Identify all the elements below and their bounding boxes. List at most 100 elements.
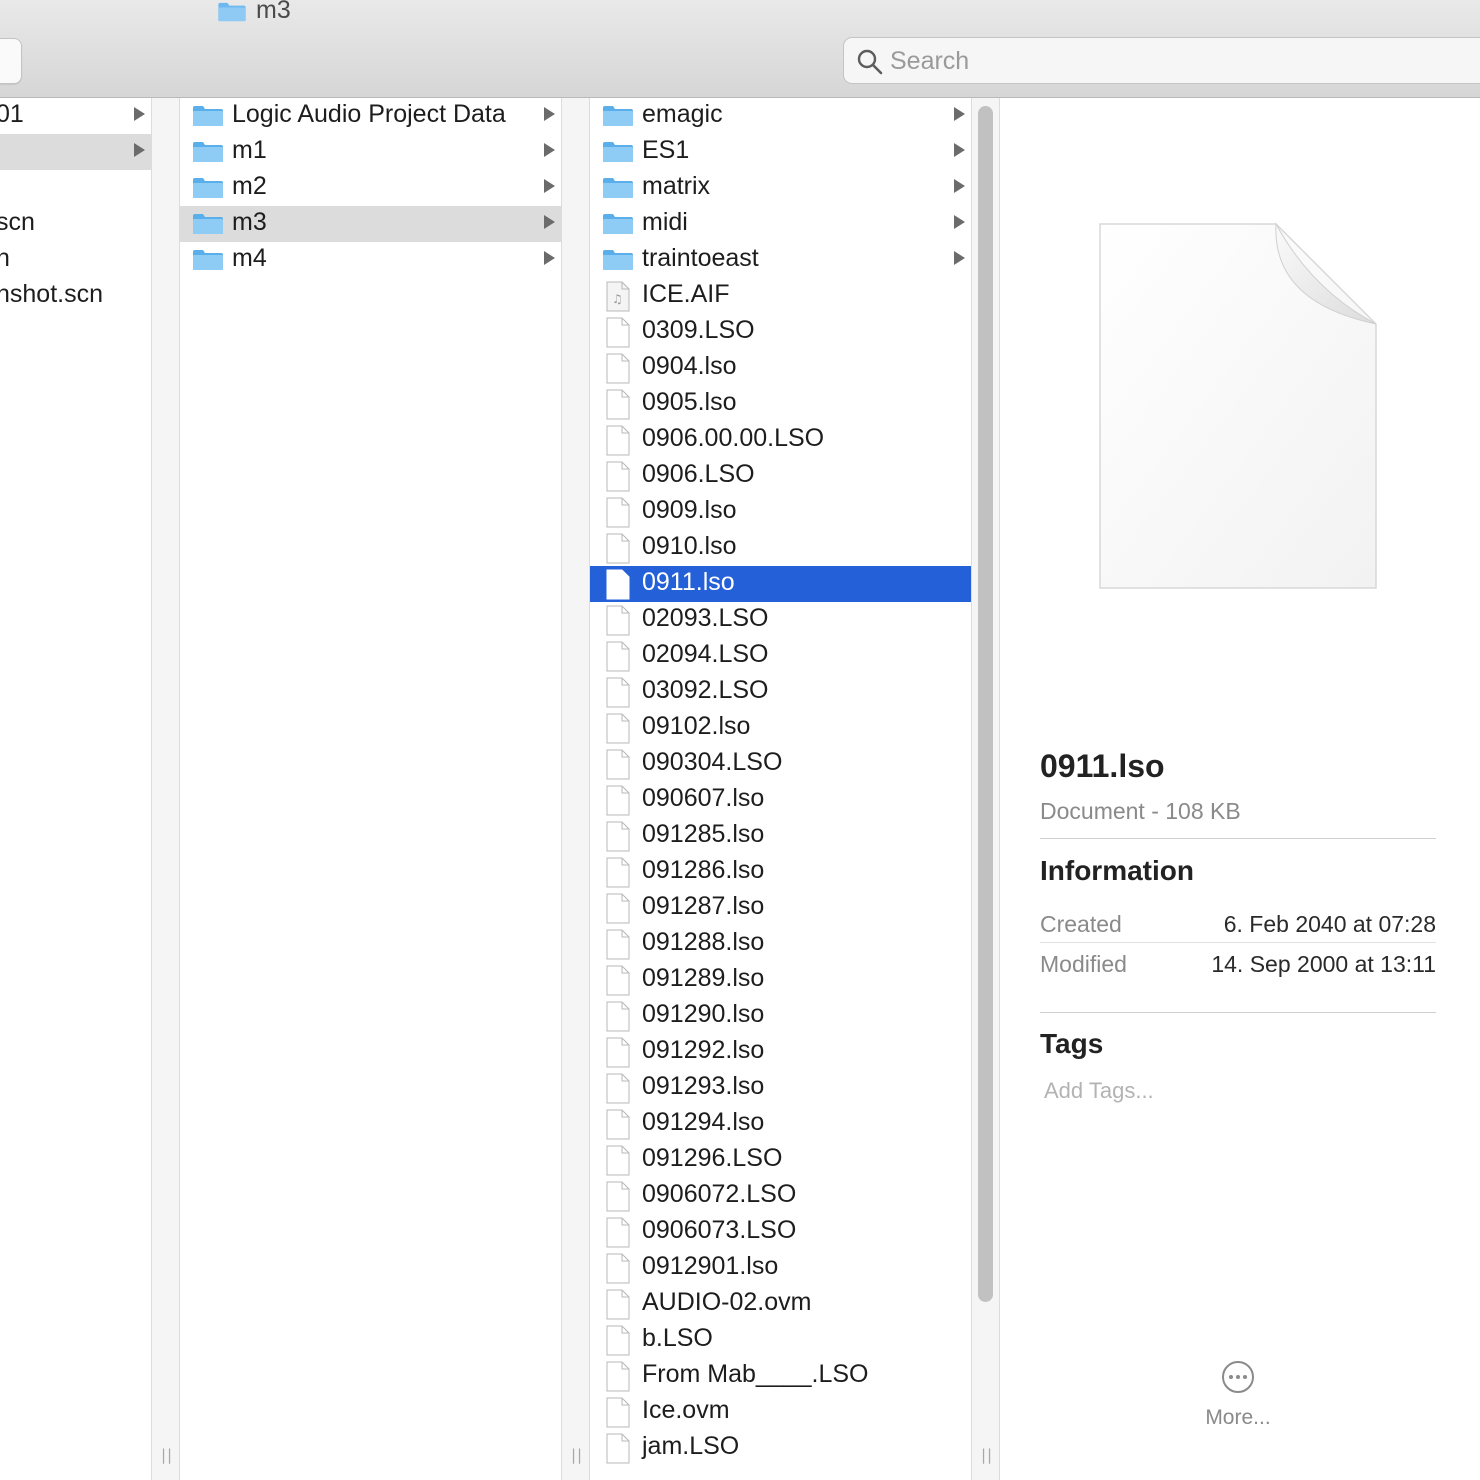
divider <box>1040 942 1436 943</box>
disclosure-arrow-icon <box>544 215 555 229</box>
file-row[interactable]: jam.LSO <box>590 1430 971 1466</box>
list-item[interactable]: 01 <box>0 98 151 134</box>
folder-row[interactable]: ES1 <box>590 134 971 170</box>
folder-row[interactable]: m2 <box>180 170 561 206</box>
list-item[interactable] <box>0 170 151 206</box>
file-row[interactable]: 090607.lso <box>590 782 971 818</box>
search-input[interactable] <box>890 44 1450 78</box>
file-row[interactable]: 091287.lso <box>590 890 971 926</box>
column-resize-handle[interactable]: || <box>151 98 180 1480</box>
file-row[interactable]: 0904.lso <box>590 350 971 386</box>
document-icon <box>606 425 630 456</box>
file-row[interactable]: 091290.lso <box>590 998 971 1034</box>
tags-heading: Tags <box>1040 1028 1104 1059</box>
document-icon <box>606 1109 630 1140</box>
folder-row[interactable]: m3 <box>180 206 561 242</box>
list-item-label: 090304.LSO <box>642 748 783 776</box>
folder-row[interactable]: midi <box>590 206 971 242</box>
list-item-label: 0904.lso <box>642 352 737 380</box>
document-icon <box>606 641 630 672</box>
file-row[interactable]: 0906072.LSO <box>590 1178 971 1214</box>
document-preview-icon <box>1099 222 1377 589</box>
scrollbar-thumb[interactable] <box>978 106 993 1302</box>
list-item-label: 091292.lso <box>642 1036 765 1064</box>
folder-row[interactable]: matrix <box>590 170 971 206</box>
column-parent[interactable]: 01 scn n nshot.scn <box>0 98 151 1480</box>
list-item-label: From Mab____.LSO <box>642 1360 869 1388</box>
file-row[interactable]: Ice.ovm <box>590 1394 971 1430</box>
folder-icon <box>218 2 246 22</box>
document-icon <box>606 569 630 600</box>
file-row[interactable]: 091294.lso <box>590 1106 971 1142</box>
file-row[interactable]: 0909.lso <box>590 494 971 530</box>
file-row[interactable]: From Mab____.LSO <box>590 1358 971 1394</box>
document-icon <box>606 1001 630 1032</box>
file-row[interactable]: ♫ ICE.AIF <box>590 278 971 314</box>
file-row[interactable]: b.LSO <box>590 1322 971 1358</box>
file-row[interactable]: 0906.LSO <box>590 458 971 494</box>
list-item-label: ICE.AIF <box>642 280 730 308</box>
file-row[interactable]: 091288.lso <box>590 926 971 962</box>
audio-file-icon: ♫ <box>606 281 630 312</box>
file-row[interactable]: 0912901.lso <box>590 1250 971 1286</box>
file-row[interactable]: 091286.lso <box>590 854 971 890</box>
file-row[interactable]: 0906073.LSO <box>590 1214 971 1250</box>
list-item-label: 0906072.LSO <box>642 1180 797 1208</box>
column-resize-handle[interactable]: || <box>561 98 590 1480</box>
disclosure-arrow-icon <box>544 179 555 193</box>
preview-file-name: 0911.lso <box>1040 748 1165 784</box>
file-row[interactable]: 091285.lso <box>590 818 971 854</box>
folder-row[interactable]: Logic Audio Project Data <box>180 98 561 134</box>
folder-icon <box>193 142 223 162</box>
folder-row[interactable]: traintoeast <box>590 242 971 278</box>
file-row[interactable]: 0905.lso <box>590 386 971 422</box>
file-row[interactable]: 091289.lso <box>590 962 971 998</box>
file-row[interactable]: 03092.LSO <box>590 674 971 710</box>
list-item-label: Ice.ovm <box>642 1396 730 1424</box>
disclosure-arrow-icon <box>544 143 555 157</box>
folder-row[interactable]: m1 <box>180 134 561 170</box>
document-icon <box>606 497 630 528</box>
file-row[interactable]: 090304.LSO <box>590 746 971 782</box>
folder-row[interactable]: emagic <box>590 98 971 134</box>
file-row[interactable]: 0309.LSO <box>590 314 971 350</box>
more-button[interactable]: More... <box>1000 1406 1476 1430</box>
toolbar-button[interactable] <box>0 38 22 84</box>
list-item-label: 090607.lso <box>642 784 765 812</box>
list-item[interactable]: scn <box>0 206 151 242</box>
folder-icon <box>193 250 223 270</box>
list-item[interactable]: nshot.scn <box>0 278 151 314</box>
search-box[interactable] <box>843 37 1480 84</box>
file-row[interactable]: 02094.LSO <box>590 638 971 674</box>
document-icon <box>606 785 630 816</box>
document-icon <box>606 713 630 744</box>
list-item-label: matrix <box>642 172 711 200</box>
file-row[interactable]: 091292.lso <box>590 1034 971 1070</box>
column-folders[interactable]: Logic Audio Project Data m1 m2 m3 m4 <box>180 98 561 1480</box>
disclosure-arrow-icon <box>134 107 145 121</box>
list-item-label: jam.LSO <box>642 1432 740 1460</box>
disclosure-arrow-icon <box>134 143 145 157</box>
file-row[interactable]: 0911.lso <box>590 566 971 602</box>
list-item-label: Logic Audio Project Data <box>232 100 506 128</box>
document-icon <box>606 1037 630 1068</box>
file-row[interactable]: 091293.lso <box>590 1070 971 1106</box>
folder-row[interactable]: m4 <box>180 242 561 278</box>
list-item[interactable]: n <box>0 242 151 278</box>
column-files[interactable]: emagic ES1 matrix midi traintoeast ♫ ICE.AIF 03… <box>590 98 971 1480</box>
file-row[interactable]: AUDIO-02.ovm <box>590 1286 971 1322</box>
document-icon <box>606 857 630 888</box>
file-row[interactable]: 09102.lso <box>590 710 971 746</box>
folder-icon <box>603 142 633 162</box>
document-icon <box>606 1433 630 1464</box>
list-item-label: scn <box>0 208 35 236</box>
document-icon <box>606 1361 630 1392</box>
more-icon[interactable] <box>1221 1360 1255 1394</box>
list-item[interactable] <box>0 134 151 170</box>
file-row[interactable]: 091296.LSO <box>590 1142 971 1178</box>
file-row[interactable]: 0906.00.00.LSO <box>590 422 971 458</box>
add-tags-field[interactable]: Add Tags... <box>1044 1078 1154 1104</box>
file-row[interactable]: 02093.LSO <box>590 602 971 638</box>
preview-pane: 0911.lso Document - 108 KB Information C… <box>1000 98 1480 1480</box>
file-row[interactable]: 0910.lso <box>590 530 971 566</box>
